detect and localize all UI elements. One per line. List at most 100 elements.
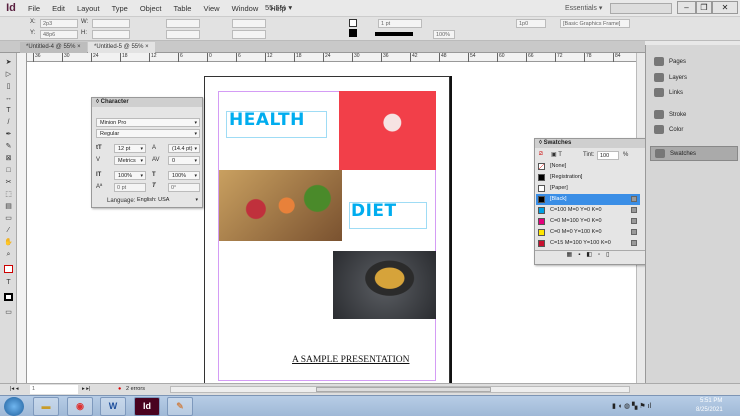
character-panel-title[interactable]: ◊ Character — [92, 98, 202, 107]
direct-selection-tool-icon[interactable]: ▷ — [4, 71, 13, 79]
swatch-item[interactable]: [Black] — [536, 194, 640, 205]
selection-tool-icon[interactable]: ➤ — [4, 59, 13, 67]
clock-date[interactable]: 8/25/2021 — [696, 407, 723, 413]
gradient-tool-icon[interactable]: ▤ — [4, 203, 13, 211]
font-family-select[interactable]: Minion Pro — [96, 118, 200, 127]
chrome-icon[interactable]: ◉ — [67, 397, 93, 416]
w-field[interactable] — [92, 19, 130, 28]
dock-stroke[interactable]: Stroke — [654, 110, 686, 119]
pen-tool-icon[interactable]: ✒ — [4, 131, 13, 139]
clock-time[interactable]: 5:51 PM — [700, 398, 722, 404]
rectangle-tool-icon[interactable]: □ — [4, 167, 13, 175]
preflight-errors[interactable]: 2 errors — [126, 386, 145, 392]
kerning-select[interactable]: Metrics — [114, 156, 146, 165]
hand-tool-icon[interactable]: ✋ — [4, 239, 13, 247]
dock-layers[interactable]: Layers — [654, 73, 687, 82]
pencil-tool-icon[interactable]: ✎ — [4, 143, 13, 151]
opacity-field[interactable]: 100% — [433, 30, 455, 39]
leading-select[interactable]: (14.4 pt) — [168, 144, 200, 153]
scroll-thumb[interactable] — [316, 387, 491, 392]
minimize-button[interactable]: – — [677, 1, 696, 14]
menu-view[interactable]: View — [197, 4, 225, 13]
first-page-button[interactable]: |◂ ◂ — [10, 386, 18, 392]
scale-x-field[interactable] — [166, 19, 200, 28]
search-input[interactable] — [610, 3, 672, 14]
formatting-icon[interactable]: T — [4, 279, 13, 287]
paint-icon[interactable]: ✎ — [167, 397, 193, 416]
menu-type[interactable]: Type — [106, 4, 134, 13]
swatch-item[interactable]: [Paper] — [536, 183, 640, 194]
heart-stethoscope-image[interactable] — [339, 91, 436, 170]
dock-links[interactable]: Links — [654, 88, 683, 97]
menu-layout[interactable]: Layout — [71, 4, 106, 13]
vertical-scale-select[interactable]: 100% — [114, 171, 146, 180]
x-field[interactable]: 2p3 — [40, 19, 78, 28]
free-transform-tool-icon[interactable]: ⬚ — [4, 191, 13, 199]
swatch-item[interactable]: C=0 M=100 Y=0 K=0 — [536, 216, 640, 227]
menu-edit[interactable]: Edit — [46, 4, 71, 13]
file-explorer-icon[interactable]: ▬ — [33, 397, 59, 416]
type-tool-icon[interactable]: T — [4, 107, 13, 115]
vertical-ruler[interactable] — [17, 53, 27, 383]
tray-icons[interactable]: ▮ ◖ ◍ ▚ ⚑ ıl — [612, 402, 651, 410]
page-tool-icon[interactable]: ▯ — [4, 83, 13, 91]
tab-untitled-4[interactable]: *Untitled-4 @ 55% × — [20, 42, 87, 53]
eyedropper-tool-icon[interactable]: ⁄ — [4, 227, 13, 235]
rectangle-frame-tool-icon[interactable]: ⊠ — [4, 155, 13, 163]
language-select[interactable]: English: USA — [134, 196, 200, 205]
tab-untitled-5[interactable]: *Untitled-5 @ 55% × — [88, 42, 155, 53]
rotate-field[interactable] — [232, 19, 266, 28]
swatches-panel-title[interactable]: ◊ Swatches — [535, 139, 647, 148]
swatch-item[interactable]: [None] — [536, 161, 640, 172]
fill-swatch[interactable] — [349, 19, 357, 27]
restore-button[interactable]: ❐ — [696, 1, 712, 14]
next-page-button[interactable]: ▸ ▸| — [82, 386, 90, 392]
swatch-item[interactable]: C=15 M=100 Y=100 K=0 — [536, 238, 640, 249]
horizontal-scale-select[interactable]: 100% — [168, 171, 200, 180]
shear-field[interactable] — [232, 30, 266, 39]
object-style-select[interactable]: [Basic Graphics Frame] — [560, 19, 630, 28]
workspace-switcher[interactable]: Essentials ▾ — [565, 4, 602, 12]
diet-text-frame[interactable]: DIET — [349, 202, 427, 229]
menu-object[interactable]: Object — [134, 4, 168, 13]
offset-field[interactable]: 1p0 — [516, 19, 546, 28]
start-button[interactable] — [4, 397, 24, 416]
dock-color[interactable]: Color — [654, 125, 683, 134]
tint-field[interactable]: 100 — [597, 151, 619, 160]
swatch-item[interactable]: C=0 M=0 Y=100 K=0 — [536, 227, 640, 238]
fill-stroke-icon[interactable] — [4, 265, 13, 273]
menu-table[interactable]: Table — [168, 4, 198, 13]
zoom-level-select[interactable]: 55.5% ▾ — [265, 3, 292, 12]
page-number-field[interactable]: 1 — [30, 385, 78, 394]
fruit-brain-image[interactable] — [333, 251, 436, 319]
word-icon[interactable]: W — [100, 397, 126, 416]
screen-mode-icon[interactable]: ▭ — [4, 309, 13, 317]
swatch-actions-bar[interactable]: ▦▪◧▫▯ — [535, 250, 647, 260]
stroke-weight-select[interactable]: 1 pt — [378, 19, 422, 28]
font-size-select[interactable]: 12 pt — [114, 144, 146, 153]
y-field[interactable]: 48p6 — [40, 30, 78, 39]
swatch-item[interactable]: C=100 M=0 Y=0 K=0 — [536, 205, 640, 216]
font-style-select[interactable]: Regular — [96, 129, 200, 138]
scissors-tool-icon[interactable]: ✂ — [4, 179, 13, 187]
close-button[interactable]: ✕ — [712, 1, 738, 14]
horizontal-ruler[interactable]: 36 30 24 18 12 6 0 6 12 18 24 30 36 42 48 54 60 66 72 78 84 — [27, 53, 636, 62]
note-tool-icon[interactable]: ▭ — [4, 215, 13, 223]
menu-file[interactable]: File — [22, 4, 46, 13]
swatch-item[interactable]: [Registration] — [536, 172, 640, 183]
menu-window[interactable]: Window — [226, 4, 265, 13]
horizontal-scrollbar[interactable] — [170, 386, 630, 393]
fill-stroke-toggle-icon[interactable]: ⧄ — [539, 151, 543, 158]
tracking-select[interactable]: 0 — [168, 156, 200, 165]
stroke-swatch[interactable] — [349, 29, 357, 37]
dock-swatches[interactable]: Swatches — [650, 146, 738, 161]
skew-field[interactable]: 0° — [168, 183, 200, 192]
balanced-diet-image[interactable] — [219, 170, 342, 241]
h-field[interactable] — [92, 30, 130, 39]
baseline-shift-field[interactable]: 0 pt — [114, 183, 146, 192]
health-text-frame[interactable]: HEALTH — [226, 111, 327, 138]
formatting-container-icon[interactable]: ▣ T — [551, 151, 562, 158]
indesign-icon[interactable]: Id — [134, 397, 160, 416]
subtitle-text[interactable]: A SAMPLE PRESENTATION — [292, 355, 409, 365]
line-tool-icon[interactable]: / — [4, 119, 13, 127]
